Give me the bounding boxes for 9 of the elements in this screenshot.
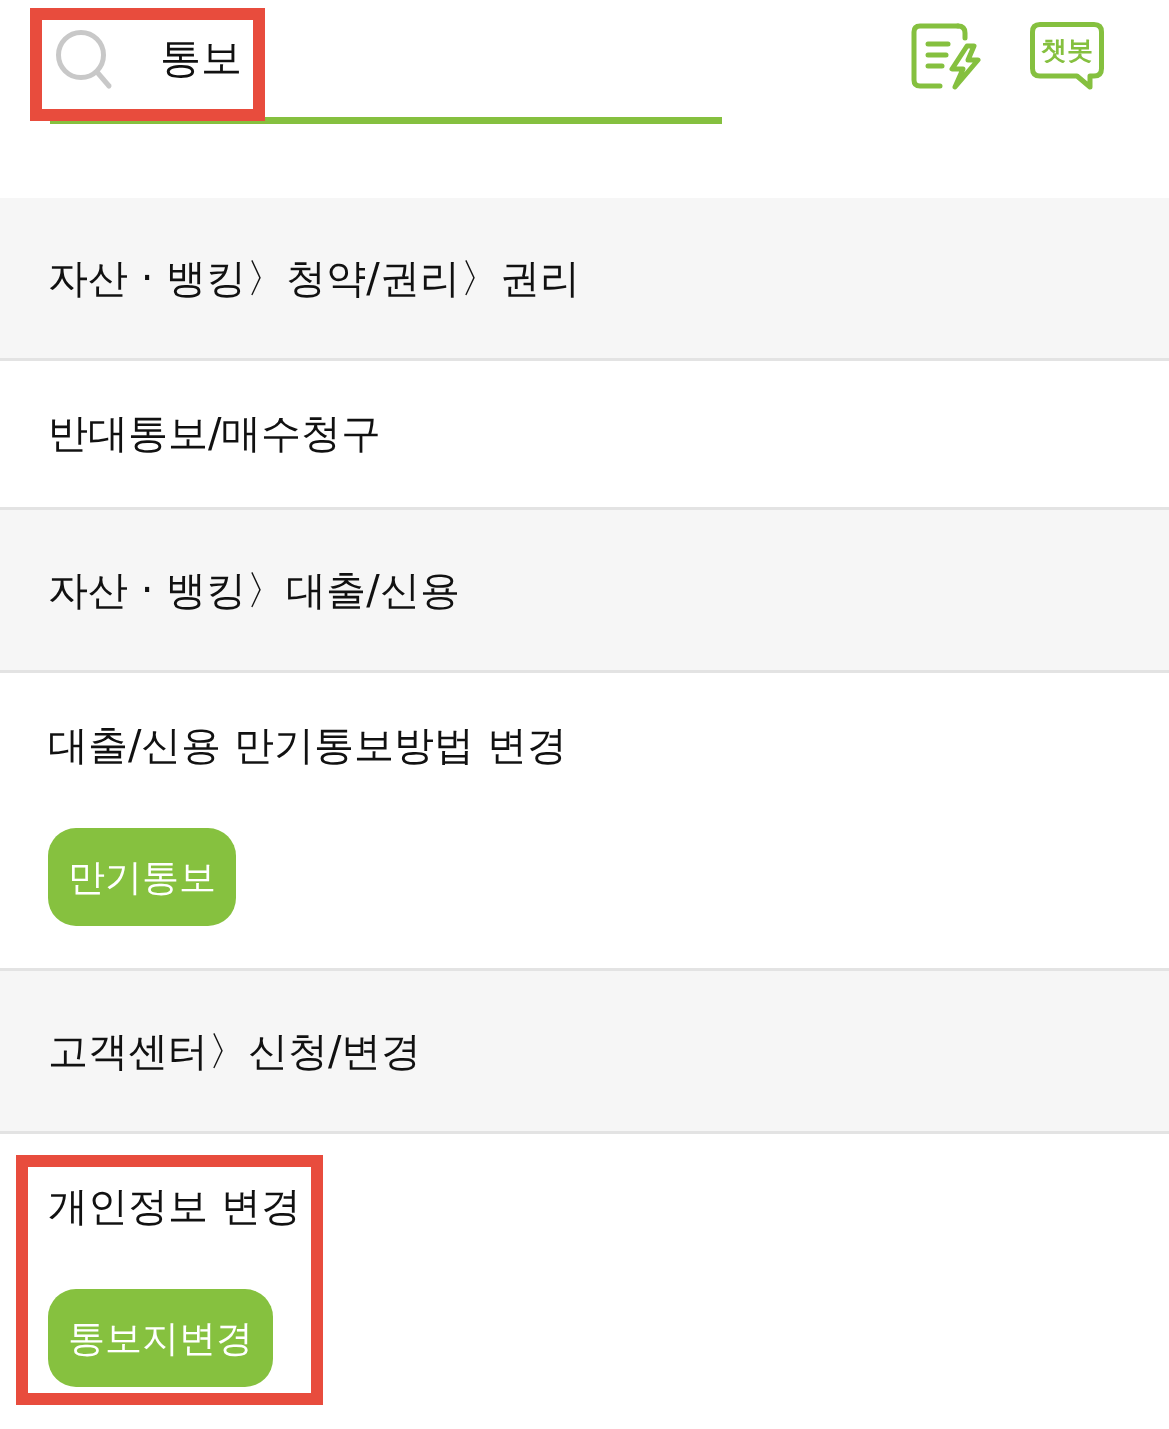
category-path: 고객센터〉신청/변경 bbox=[48, 1027, 422, 1076]
category-path: 자산 · 뱅킹〉대출/신용 bbox=[48, 566, 460, 615]
category-path: 자산 · 뱅킹〉청약/권리〉권리 bbox=[48, 254, 580, 303]
result-title[interactable]: 개인정보 변경 bbox=[48, 1181, 301, 1231]
document-lightning-icon[interactable] bbox=[910, 22, 982, 90]
result-title[interactable]: 대출/신용 만기통보방법 변경 bbox=[48, 720, 567, 770]
result-title[interactable]: 반대통보/매수청구 bbox=[48, 408, 382, 458]
search-field[interactable]: 통보 bbox=[50, 0, 722, 124]
search-icon bbox=[55, 28, 113, 90]
